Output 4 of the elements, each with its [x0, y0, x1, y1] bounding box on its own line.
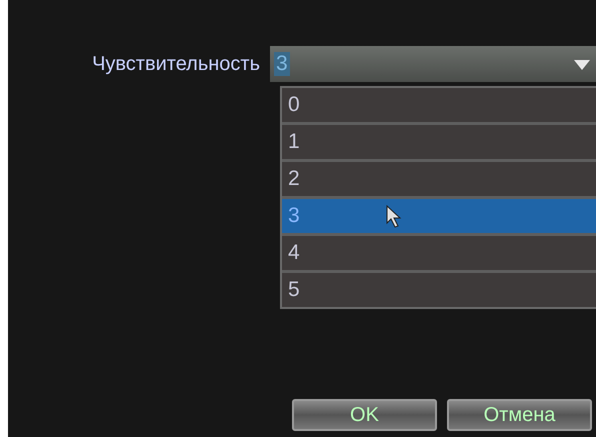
dialog-button[interactable]: OK — [292, 399, 437, 431]
mouse-pointer-icon — [386, 205, 404, 229]
dialog-button[interactable]: Отмена — [447, 399, 592, 431]
setting-label: Чувствительность — [91, 52, 260, 76]
